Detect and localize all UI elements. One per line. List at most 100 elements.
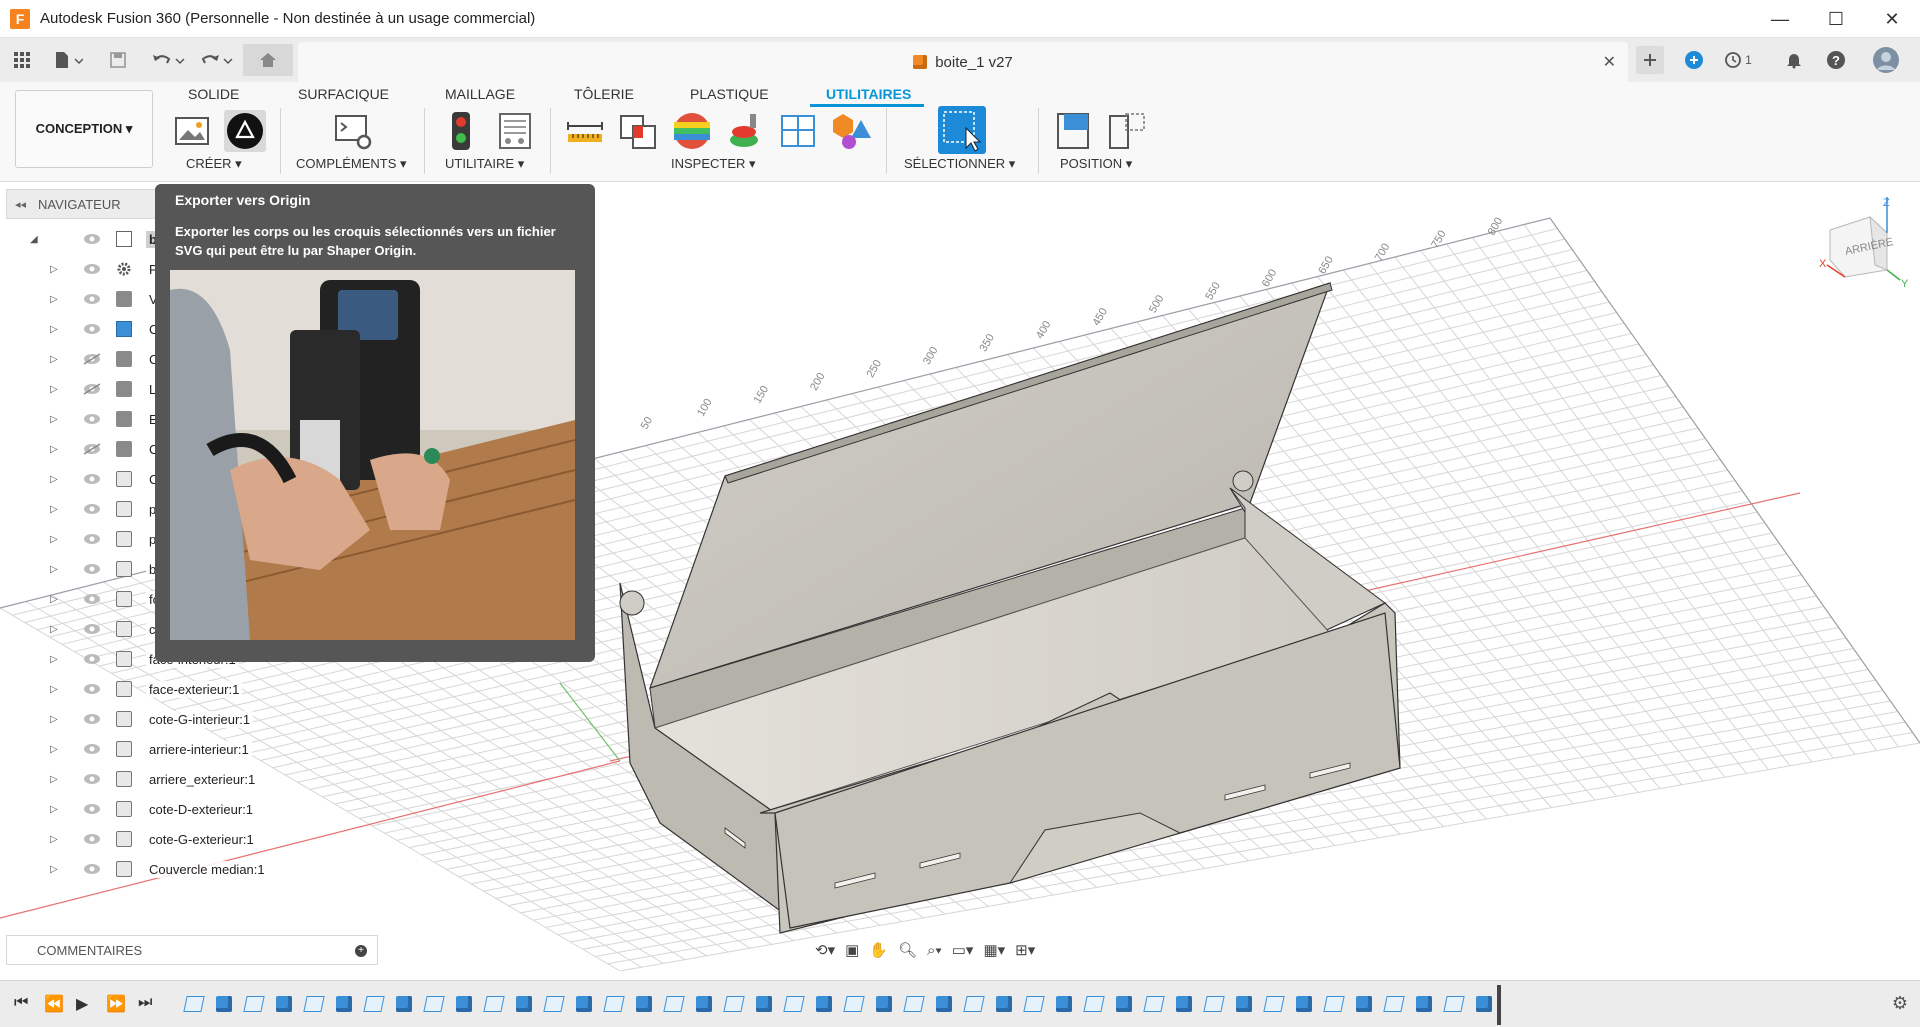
expand-arrow-icon[interactable]: ▷ [50, 624, 58, 635]
timeline-feature-item[interactable] [692, 993, 716, 1015]
tree-item[interactable]: ▷ cote-G-interieur:1 [6, 707, 296, 731]
timeline-feature-item[interactable] [752, 993, 776, 1015]
measure-tool-icon[interactable] [564, 110, 606, 152]
timeline-feature-item[interactable] [182, 993, 206, 1015]
timeline-feature-item[interactable] [1022, 993, 1046, 1015]
timeline-feature-item[interactable] [1232, 993, 1256, 1015]
expand-arrow-icon[interactable]: ▷ [50, 684, 58, 695]
visibility-eye-icon[interactable] [83, 623, 101, 635]
new-tab-button[interactable] [1636, 46, 1664, 74]
visibility-eye-icon[interactable] [83, 293, 101, 305]
viewports-icon[interactable]: ⊞▾ [1015, 941, 1035, 959]
apps-grid-icon[interactable] [10, 46, 34, 74]
timeline-feature-item[interactable] [1052, 993, 1076, 1015]
collapse-chevron-icon[interactable]: ◂◂ [15, 198, 26, 211]
visibility-eye-icon[interactable] [83, 683, 101, 695]
visibility-hidden-icon[interactable] [83, 443, 101, 455]
document-tab[interactable]: boite_1 v27 ✕ [298, 42, 1628, 82]
visibility-eye-icon[interactable] [83, 743, 101, 755]
expand-arrow-icon[interactable]: ▷ [50, 294, 58, 305]
timeline-feature-item[interactable] [392, 993, 416, 1015]
go-to-end-icon[interactable]: ⏭ [138, 994, 152, 1012]
visibility-eye-icon[interactable] [83, 323, 101, 335]
tab-maillage[interactable]: MAILLAGE [445, 82, 515, 106]
tree-item[interactable]: ▷ cote-D-exterieur:1 [6, 797, 296, 821]
timeline-settings-gear-icon[interactable]: ⚙ [1892, 993, 1908, 1014]
job-status-button[interactable]: 1 [1718, 46, 1758, 74]
tree-item[interactable]: ▷ face-exterieur:1 [6, 677, 296, 701]
timeline-marker[interactable] [1497, 985, 1501, 1025]
parameters-table-tool-icon[interactable] [494, 110, 536, 152]
visibility-eye-icon[interactable] [83, 503, 101, 515]
expand-arrow-icon[interactable]: ▷ [50, 384, 58, 395]
notifications-bell-icon[interactable] [1780, 46, 1808, 74]
expand-arrow-icon[interactable]: ▷ [50, 414, 58, 425]
timeline-feature-item[interactable] [1082, 993, 1106, 1015]
expand-arrow-icon[interactable]: ▷ [50, 324, 58, 335]
viewcube[interactable]: ARRIÈRE X Y Z [1815, 195, 1915, 290]
expand-arrow-icon[interactable]: ▷ [50, 654, 58, 665]
expand-arrow-icon[interactable]: ▷ [50, 354, 58, 365]
visibility-eye-icon[interactable] [83, 473, 101, 485]
timeline-feature-item[interactable] [1322, 993, 1346, 1015]
timeline-feature-item[interactable] [302, 993, 326, 1015]
visibility-eye-icon[interactable] [83, 773, 101, 785]
display-settings-icon[interactable]: ▭▾ [952, 941, 974, 959]
expand-arrow-icon[interactable]: ▷ [50, 264, 58, 275]
visibility-eye-icon[interactable] [83, 863, 101, 875]
tab-tolerie[interactable]: TÔLERIE [574, 82, 634, 106]
tab-surfacique[interactable]: SURFACIQUE [298, 82, 389, 106]
timeline-feature-item[interactable] [1292, 993, 1316, 1015]
timeline-feature-item[interactable] [662, 993, 686, 1015]
close-window-button[interactable]: ✕ [1864, 0, 1920, 38]
timeline-feature-item[interactable] [482, 993, 506, 1015]
visibility-eye-icon[interactable] [83, 233, 101, 245]
timeline-feature-item[interactable] [242, 993, 266, 1015]
group-selectionner-dropdown[interactable]: SÉLECTIONNER ▾ [904, 156, 1015, 172]
timeline-feature-item[interactable] [1412, 993, 1436, 1015]
close-tab-button[interactable]: ✕ [1603, 52, 1616, 72]
timeline-feature-item[interactable] [1352, 993, 1376, 1015]
look-at-icon[interactable]: ▣ [845, 941, 859, 959]
step-back-icon[interactable]: ⏪ [44, 994, 64, 1014]
visibility-eye-icon[interactable] [83, 593, 101, 605]
timeline-feature-item[interactable] [602, 993, 626, 1015]
timeline-feature-item[interactable] [872, 993, 896, 1015]
expand-arrow-icon[interactable]: ▷ [50, 864, 58, 875]
expand-arrow-icon[interactable]: ▷ [50, 834, 58, 845]
minimize-button[interactable]: — [1752, 0, 1808, 38]
visibility-hidden-icon[interactable] [83, 383, 101, 395]
tab-utilitaires[interactable]: UTILITAIRES [826, 82, 911, 106]
timeline-feature-item[interactable] [1382, 993, 1406, 1015]
component-color-cycling-tool-icon[interactable] [778, 110, 820, 152]
orbit-icon[interactable]: ⟲▾ [815, 941, 835, 959]
step-forward-icon[interactable]: ⏩ [106, 994, 126, 1014]
timeline-feature-item[interactable] [512, 993, 536, 1015]
grid-settings-icon[interactable]: ▦▾ [983, 941, 1005, 959]
insert-image-tool-icon[interactable] [171, 110, 213, 152]
timeline-feature-item[interactable] [632, 993, 656, 1015]
timeline-feature-item[interactable] [362, 993, 386, 1015]
timeline-feature-item[interactable] [452, 993, 476, 1015]
visibility-eye-icon[interactable] [83, 803, 101, 815]
pan-hand-icon[interactable]: ✋ [869, 941, 888, 959]
group-complements-dropdown[interactable]: COMPLÉMENTS ▾ [296, 156, 407, 172]
visibility-hidden-icon[interactable] [83, 353, 101, 365]
tree-item[interactable]: ▷ Couvercle median:1 [6, 857, 296, 881]
maximize-button[interactable]: ☐ [1808, 0, 1864, 38]
tab-solide[interactable]: SOLIDE [188, 82, 239, 106]
save-icon[interactable] [106, 46, 130, 74]
timeline-feature-item[interactable] [332, 993, 356, 1015]
timeline-feature-item[interactable] [722, 993, 746, 1015]
timeline-feature-item[interactable] [422, 993, 446, 1015]
curvature-analysis-tool-icon[interactable] [671, 110, 713, 152]
go-to-start-icon[interactable]: ⏮ [14, 994, 28, 1012]
expand-arrow-icon[interactable]: ▷ [50, 444, 58, 455]
home-button[interactable] [243, 44, 293, 76]
timeline-feature-item[interactable] [1472, 993, 1496, 1015]
visibility-eye-icon[interactable] [83, 413, 101, 425]
timeline-feature-item[interactable] [902, 993, 926, 1015]
timeline-feature-item[interactable] [1262, 993, 1286, 1015]
group-creer-dropdown[interactable]: CRÉER ▾ [186, 156, 242, 172]
expand-arrow-icon[interactable]: ▷ [50, 594, 58, 605]
